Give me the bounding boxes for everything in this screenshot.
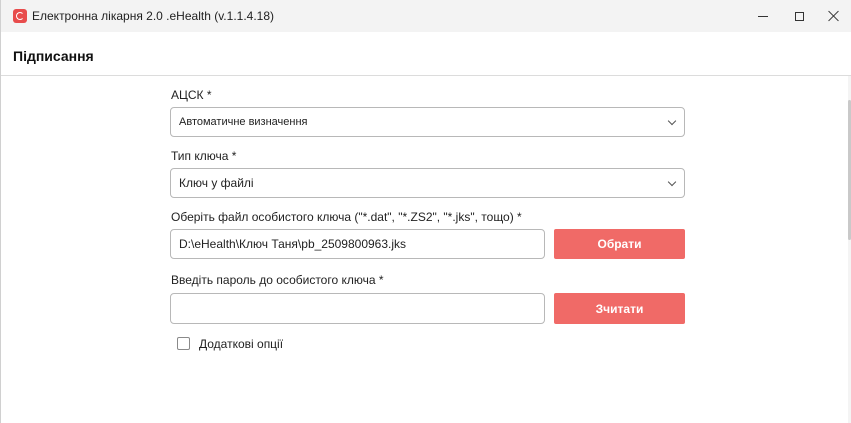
acsk-selected-value: Автоматичне визначення (179, 116, 308, 128)
close-icon (828, 10, 840, 22)
window-title: Електронна лікарня 2.0 .eHealth (v.1.1.4… (32, 9, 275, 23)
password-label: Введіть пароль до особистого ключа * (171, 273, 384, 287)
extra-options-label[interactable]: Додаткові опції (199, 337, 283, 351)
read-key-button[interactable]: Зчитати (554, 293, 685, 324)
key-type-selected-value: Ключ у файлі (179, 176, 254, 190)
chevron-down-icon (667, 116, 677, 126)
acsk-select[interactable]: Автоматичне визначення (170, 107, 685, 137)
chevron-down-icon (667, 177, 677, 187)
app-window: Електронна лікарня 2.0 .eHealth (v.1.1.4… (0, 0, 851, 423)
choose-file-button[interactable]: Обрати (554, 229, 685, 259)
key-type-select[interactable]: Ключ у файлі (170, 168, 685, 198)
password-input[interactable] (170, 293, 545, 324)
ehealth-app-icon (13, 9, 27, 23)
maximize-button[interactable] (781, 0, 817, 32)
minimize-icon (758, 15, 768, 17)
minimize-button[interactable] (745, 0, 781, 32)
key-type-label: Тип ключа * (171, 149, 237, 163)
close-button[interactable] (816, 0, 851, 32)
page-title: Підписання (13, 48, 94, 64)
acsk-label: АЦСК * (171, 88, 212, 102)
key-file-path-field[interactable]: D:\eHealth\Ключ Таня\pb_2509800963.jks (170, 229, 545, 259)
maximize-icon (794, 11, 804, 21)
key-file-path-value: D:\eHealth\Ключ Таня\pb_2509800963.jks (179, 237, 407, 251)
title-bar: Електронна лікарня 2.0 .eHealth (v.1.1.4… (1, 0, 851, 32)
key-file-label: Оберіть файл особистого ключа ("*.dat", … (171, 210, 522, 224)
header-divider (1, 75, 851, 76)
extra-options-checkbox[interactable] (177, 337, 190, 350)
